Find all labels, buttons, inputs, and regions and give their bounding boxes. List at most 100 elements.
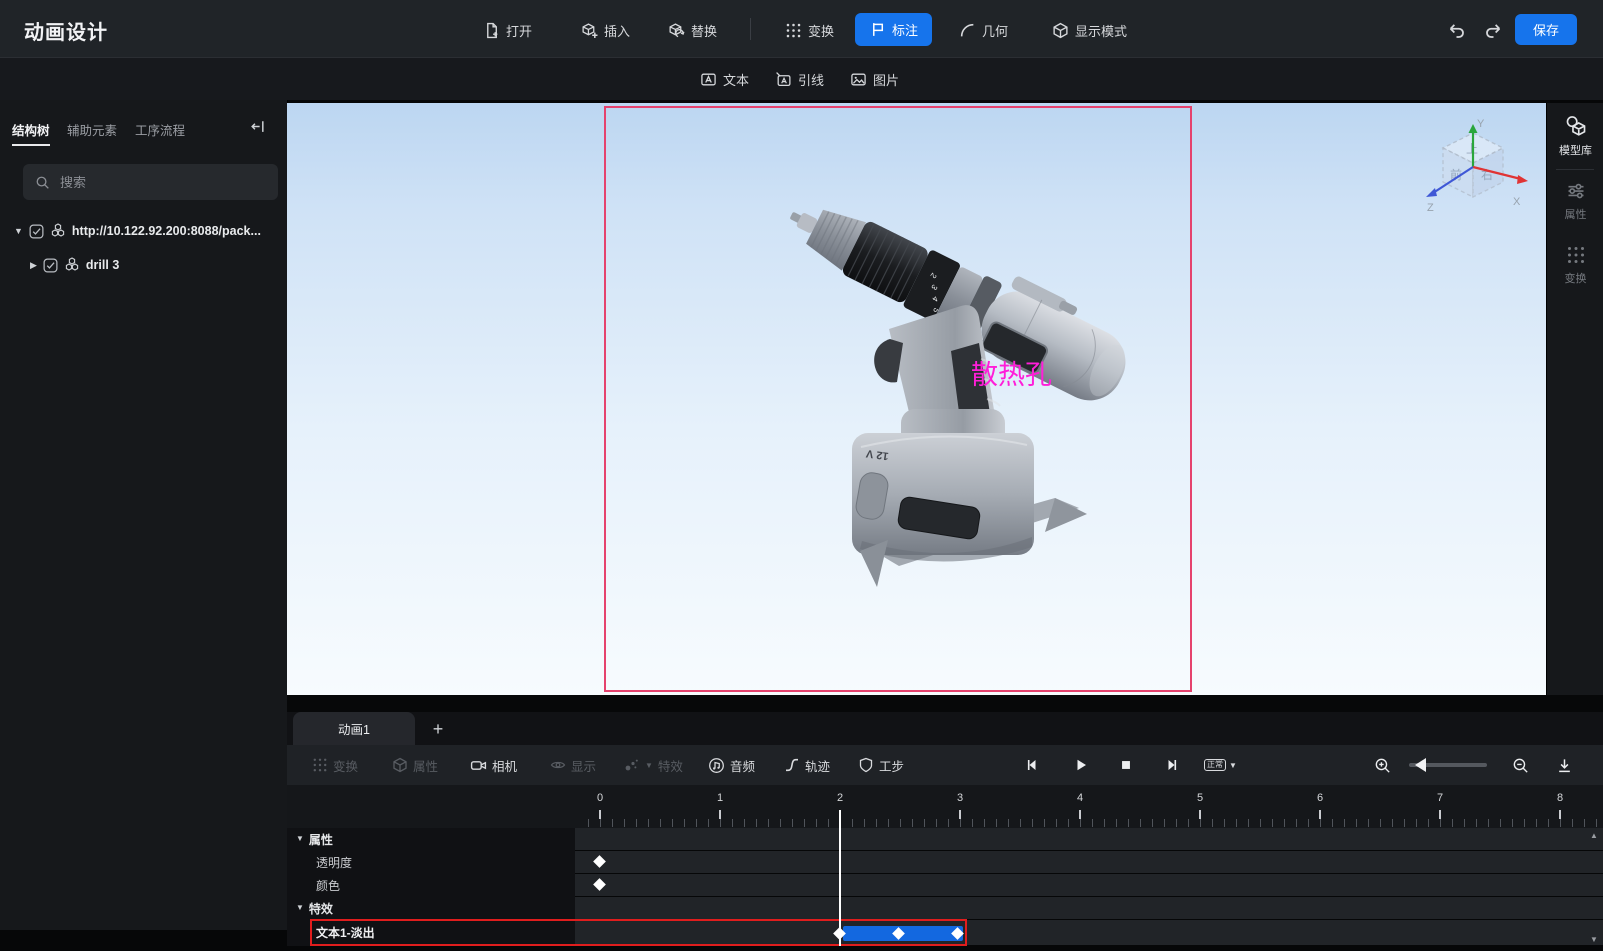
annotation-sub-toolbar: 文本 引线 图片	[0, 58, 1603, 100]
cube-plus-icon	[581, 22, 598, 39]
row-group-property[interactable]: ▼ 属性	[296, 828, 333, 850]
image-annotation-button[interactable]: 图片	[850, 66, 899, 92]
cube-icon	[392, 757, 408, 773]
annotation-selection-box[interactable]	[604, 106, 1192, 692]
save-button[interactable]: 保存	[1515, 14, 1577, 45]
timeline-audio-button[interactable]: 音频	[708, 752, 755, 778]
left-sidebar: 结构树 辅助元素 工序流程 ▼ http://10.122.92.200:808…	[0, 100, 288, 930]
leader-annotation-button[interactable]: 引线	[775, 66, 824, 92]
sparkle-icon	[624, 757, 640, 773]
search-input[interactable]	[58, 173, 242, 191]
transform-button[interactable]: 变换	[785, 16, 834, 44]
timeline-transform-button-disabled[interactable]: 变换	[312, 752, 358, 778]
track-row-effect-group[interactable]	[575, 897, 1603, 919]
tree-item-label: http://10.122.92.200:8088/pack...	[71, 224, 261, 238]
selected-row-highlight	[310, 919, 967, 946]
annotate-button-active[interactable]: 标注	[855, 13, 933, 46]
track-row-color[interactable]	[575, 874, 1603, 896]
group-expander-icon[interactable]: ▼	[296, 835, 304, 843]
tree-item-label: drill 3	[85, 258, 120, 272]
row-opacity-label[interactable]: 透明度	[316, 851, 352, 873]
ruler-major-tick	[959, 810, 961, 819]
collapse-panel-button[interactable]	[249, 118, 266, 135]
dots-grid-icon	[785, 22, 802, 39]
ruler-major-tick	[1559, 810, 1561, 819]
display-mode-button[interactable]: 显示模式	[1052, 16, 1127, 44]
timeline-step-button[interactable]: 工步	[858, 752, 904, 778]
image-icon	[850, 71, 867, 88]
track-row-opacity[interactable]	[575, 851, 1603, 873]
sliders-icon	[1566, 181, 1586, 201]
ruler-major-tick	[719, 810, 721, 819]
camera-icon	[470, 757, 487, 774]
playback-speed-button[interactable]: 正常 ▼	[1204, 752, 1237, 778]
chevron-down-icon: ▼	[645, 760, 653, 770]
timeline-property-button-disabled[interactable]: 属性	[392, 752, 438, 778]
dots-grid-icon	[312, 757, 328, 773]
replace-button[interactable]: 替换	[668, 16, 717, 44]
checkbox-checked-icon[interactable]	[29, 224, 44, 239]
zoom-slider-handle[interactable]	[1415, 758, 1426, 772]
skip-end-icon	[1163, 757, 1179, 773]
stop-icon	[1119, 758, 1133, 772]
export-button[interactable]	[1553, 754, 1575, 776]
expander-down-icon[interactable]: ▼	[14, 226, 23, 236]
scroll-down-icon[interactable]: ▼	[1590, 936, 1598, 944]
group-expander-icon[interactable]: ▼	[296, 904, 304, 912]
sidebar-item-model-library[interactable]: 模型库	[1547, 115, 1603, 158]
orientation-nav-cube[interactable]: 上 前 右 Y X Z	[1417, 115, 1531, 225]
audio-icon	[708, 757, 725, 774]
undo-button[interactable]	[1447, 16, 1466, 44]
ruler-label: 5	[1196, 792, 1204, 804]
open-button[interactable]: 打开	[483, 16, 532, 44]
annotation-text[interactable]: 散热孔	[971, 353, 1052, 392]
download-icon	[1556, 757, 1573, 774]
checkbox-checked-icon[interactable]	[43, 258, 58, 273]
expander-right-icon[interactable]: ▶	[30, 260, 37, 270]
text-annotation-button[interactable]: 文本	[700, 66, 749, 92]
timeline-playhead[interactable]	[839, 810, 841, 946]
timeline-tab-animation1[interactable]: 动画1	[293, 712, 415, 745]
sidebar-item-transform[interactable]: 变换	[1547, 245, 1603, 286]
zoom-in-button[interactable]	[1371, 754, 1393, 776]
viewport-3d[interactable]: 2 3 4 5 12 V 散热孔 前 右 Y X Z	[287, 103, 1546, 695]
stop-button[interactable]	[1115, 754, 1137, 776]
sidebar-item-properties[interactable]: 属性	[1547, 181, 1603, 222]
tab-structure-tree[interactable]: 结构树	[12, 120, 50, 139]
tab-auxiliary-elements[interactable]: 辅助元素	[67, 120, 117, 139]
skip-start-button[interactable]	[1022, 754, 1044, 776]
insert-button[interactable]: 插入	[581, 16, 630, 44]
skip-end-button[interactable]	[1160, 754, 1182, 776]
timeline-ruler[interactable]: 0 1 2 3 4 5 6 7 8	[287, 785, 1603, 828]
play-button[interactable]	[1070, 754, 1092, 776]
tree-row-package[interactable]: ▼ http://10.122.92.200:8088/pack...	[14, 220, 261, 242]
timeline-toolbar: 变换 属性 相机 显示 ▼ 特效 音频 轨迹 工步 正常 ▼	[287, 745, 1603, 785]
annotation-flag-icon	[869, 21, 886, 38]
timeline-display-button-disabled[interactable]: 显示	[550, 752, 596, 778]
add-animation-tab-button[interactable]: +	[425, 716, 451, 742]
ruler-major-tick	[1439, 810, 1441, 819]
ruler-label: 4	[1076, 792, 1084, 804]
ruler-minor-ticks	[588, 819, 1602, 827]
search-box[interactable]	[23, 164, 278, 200]
row-color-label[interactable]: 颜色	[316, 874, 340, 896]
tree-row-drill3[interactable]: ▶ drill 3	[30, 254, 119, 276]
scroll-up-icon[interactable]: ▲	[1590, 832, 1598, 840]
active-tab-underline	[12, 144, 50, 146]
timeline-track-button[interactable]: 轨迹	[784, 752, 830, 778]
chevron-down-icon: ▼	[1229, 760, 1237, 770]
assembly-icon	[50, 223, 66, 239]
search-icon	[35, 175, 50, 190]
zoom-in-icon	[1374, 757, 1391, 774]
redo-button-disabled[interactable]	[1484, 16, 1503, 44]
geometry-button[interactable]: 几何	[959, 16, 1008, 44]
timeline-camera-button[interactable]: 相机	[470, 752, 517, 778]
ruler-major-tick	[599, 810, 601, 819]
timeline-effect-button-disabled[interactable]: ▼ 特效	[624, 752, 683, 778]
ruler-label: 6	[1316, 792, 1324, 804]
zoom-out-button[interactable]	[1509, 754, 1531, 776]
tab-process-flow[interactable]: 工序流程	[135, 120, 185, 139]
track-row-property-group[interactable]	[575, 828, 1603, 850]
toolbar-divider	[750, 18, 751, 40]
row-group-effect[interactable]: ▼ 特效	[296, 897, 333, 919]
